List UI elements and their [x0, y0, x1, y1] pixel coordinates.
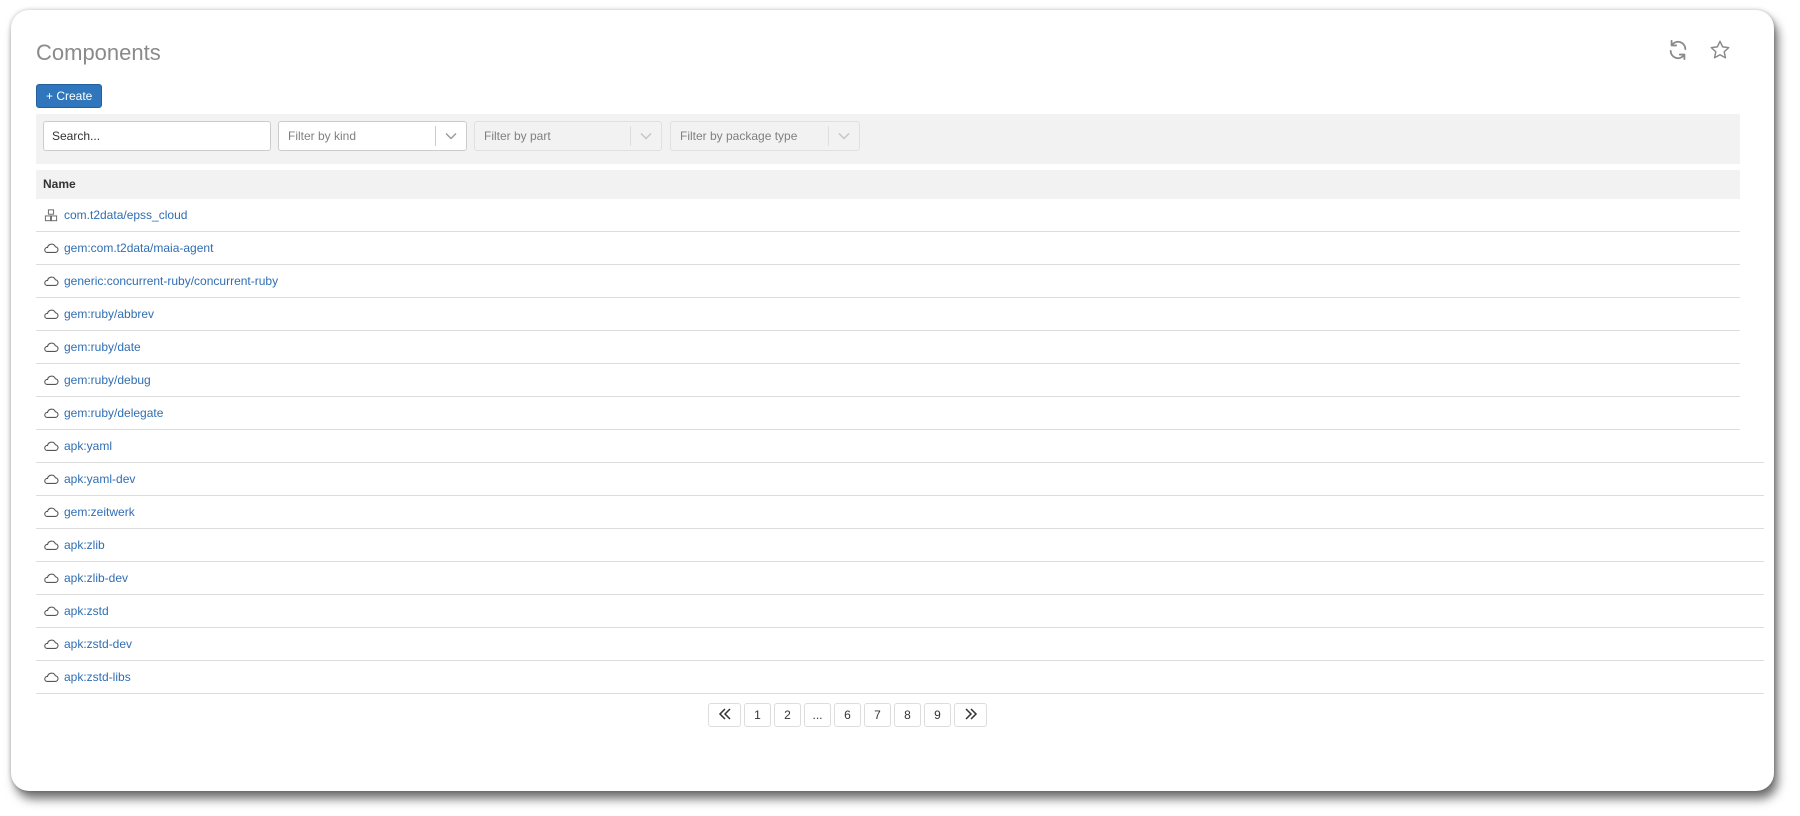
- cloud-icon: [43, 340, 59, 354]
- cubes-icon: [43, 208, 59, 222]
- table-row: gem:com.t2data/maia-agent: [36, 232, 1740, 265]
- table-row: apk:zstd-libs: [36, 661, 1764, 694]
- page-canvas: Components + Create Filter by kind: [0, 0, 1800, 816]
- chevron-down-icon: [631, 122, 661, 150]
- component-link[interactable]: apk:yaml-dev: [64, 472, 135, 486]
- cloud-icon: [43, 538, 59, 552]
- refresh-icon[interactable]: [1664, 36, 1692, 64]
- pagination: 1 2... 6 7 8 9: [708, 703, 987, 727]
- filter-by-part-select: Filter by part: [474, 121, 662, 151]
- double-chevron-right-icon: [964, 707, 978, 723]
- component-link[interactable]: generic:concurrent-ruby/concurrent-ruby: [64, 274, 278, 288]
- component-link[interactable]: gem:ruby/date: [64, 340, 141, 354]
- component-link[interactable]: apk:zstd-libs: [64, 670, 131, 684]
- page-button[interactable]: 9: [924, 703, 951, 727]
- components-table: Name com.t2data/epss_cloud gem:com.t2data…: [36, 170, 1764, 694]
- table-row: apk:yaml: [36, 430, 1764, 463]
- star-icon[interactable]: [1706, 36, 1734, 64]
- header-actions: [1664, 36, 1734, 64]
- component-link[interactable]: apk:zstd-dev: [64, 637, 132, 651]
- table-row: gem:ruby/delegate: [36, 397, 1740, 430]
- table-row: apk:zlib: [36, 529, 1764, 562]
- cloud-icon: [43, 307, 59, 321]
- component-link[interactable]: gem:ruby/debug: [64, 373, 151, 387]
- component-link[interactable]: gem:zeitwerk: [64, 505, 135, 519]
- cloud-icon: [43, 670, 59, 684]
- table-row: gem:ruby/date: [36, 331, 1740, 364]
- page-button[interactable]: 6: [834, 703, 861, 727]
- cloud-icon: [43, 571, 59, 585]
- cloud-icon: [43, 373, 59, 387]
- page-button[interactable]: 1: [744, 703, 771, 727]
- chevron-down-icon: [436, 122, 466, 150]
- table-row: gem:ruby/abbrev: [36, 298, 1740, 331]
- filter-bar: Filter by kind Filter by part Filter by …: [36, 114, 1740, 164]
- component-link[interactable]: apk:zlib: [64, 538, 105, 552]
- cloud-icon: [43, 637, 59, 651]
- search-input[interactable]: [43, 121, 271, 151]
- component-link[interactable]: gem:ruby/abbrev: [64, 307, 154, 321]
- chevron-down-icon: [829, 122, 859, 150]
- table-body: com.t2data/epss_cloud gem:com.t2data/maia…: [36, 199, 1764, 694]
- table-row: apk:zlib-dev: [36, 562, 1764, 595]
- table-row: gem:ruby/debug: [36, 364, 1740, 397]
- table-row: com.t2data/epss_cloud: [36, 199, 1740, 232]
- component-link[interactable]: apk:zstd: [64, 604, 109, 618]
- page-button[interactable]: 2: [774, 703, 801, 727]
- pagination-ellipsis: ...: [804, 703, 831, 727]
- cloud-icon: [43, 472, 59, 486]
- column-header-name[interactable]: Name: [36, 170, 1740, 199]
- table-row: apk:yaml-dev: [36, 463, 1764, 496]
- table-row: apk:zstd: [36, 595, 1764, 628]
- filter-by-package-type-placeholder: Filter by package type: [680, 129, 798, 143]
- table-row: gem:zeitwerk: [36, 496, 1764, 529]
- component-link[interactable]: com.t2data/epss_cloud: [64, 208, 187, 222]
- filter-by-package-type-select: Filter by package type: [670, 121, 860, 151]
- cloud-icon: [43, 505, 59, 519]
- components-card: Components + Create Filter by kind: [11, 10, 1774, 791]
- page-button[interactable]: 7: [864, 703, 891, 727]
- component-link[interactable]: apk:zlib-dev: [64, 571, 128, 585]
- filter-by-part-placeholder: Filter by part: [484, 129, 551, 143]
- table-row: generic:concurrent-ruby/concurrent-ruby: [36, 265, 1740, 298]
- filter-by-kind-placeholder: Filter by kind: [288, 129, 357, 143]
- table-row: apk:zstd-dev: [36, 628, 1764, 661]
- double-chevron-left-icon: [718, 707, 732, 723]
- filter-by-kind-select[interactable]: Filter by kind: [278, 121, 467, 151]
- cloud-icon: [43, 241, 59, 255]
- cloud-icon: [43, 604, 59, 618]
- first-page-button[interactable]: [708, 703, 741, 727]
- component-link[interactable]: apk:yaml: [64, 439, 112, 453]
- cloud-icon: [43, 406, 59, 420]
- component-link[interactable]: gem:ruby/delegate: [64, 406, 163, 420]
- page-button[interactable]: 8: [894, 703, 921, 727]
- cloud-icon: [43, 274, 59, 288]
- component-link[interactable]: gem:com.t2data/maia-agent: [64, 241, 213, 255]
- page-title: Components: [36, 40, 161, 65]
- create-button[interactable]: + Create: [36, 84, 103, 108]
- cloud-icon: [43, 439, 59, 453]
- last-page-button[interactable]: [954, 703, 987, 727]
- page-buttons: 1 2... 6 7 8 9: [744, 703, 951, 727]
